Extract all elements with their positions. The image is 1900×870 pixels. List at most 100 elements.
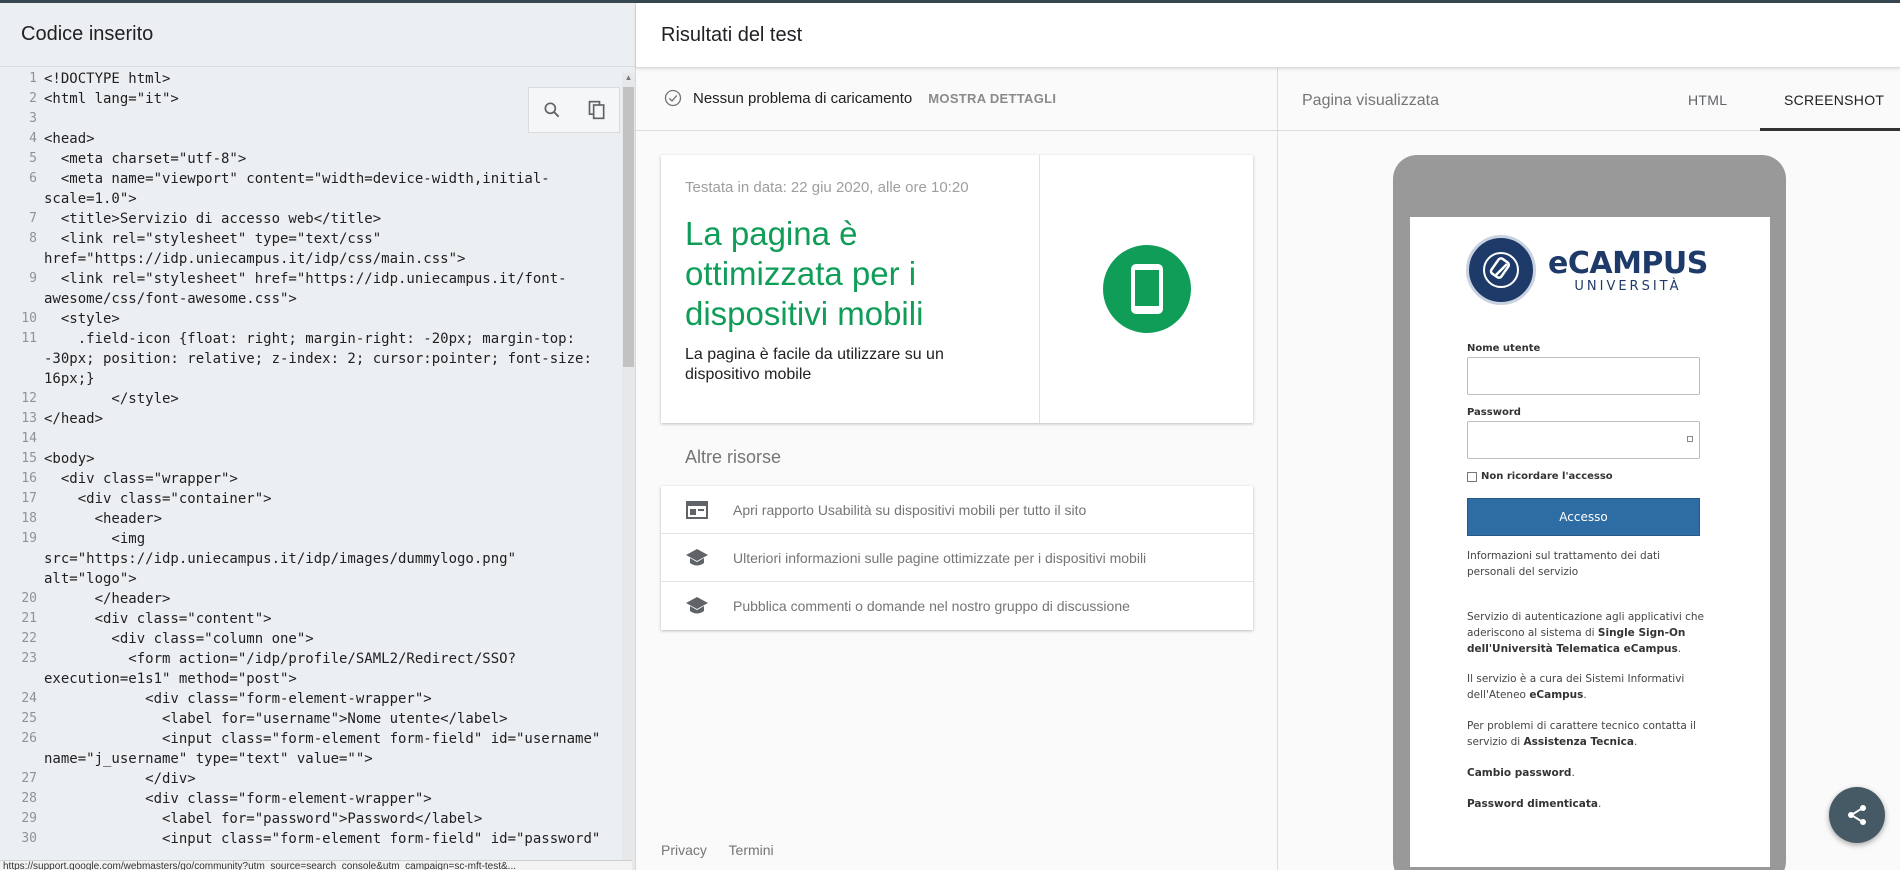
privacy-info-link[interactable]: Informazioni sul trattamento dei dati pe… xyxy=(1467,548,1707,580)
code-text: .field-icon {float: right; margin-right:… xyxy=(44,331,576,347)
copy-code-button[interactable] xyxy=(581,94,613,126)
university-seal-icon xyxy=(1466,235,1536,305)
resource-label: Ulteriori informazioni sulle pagine otti… xyxy=(733,549,1147,566)
code-line: 12 </style> xyxy=(0,389,620,409)
share-button[interactable] xyxy=(1829,787,1885,843)
line-number: 17 xyxy=(21,491,37,506)
resource-usability-report[interactable]: Apri rapporto Usabilità su dispositivi m… xyxy=(661,486,1253,534)
username-input[interactable] xyxy=(1467,357,1700,395)
code-panel: Codice inserito 1 <!DOCTYPE html> 2 <html l… xyxy=(0,3,636,870)
show-details-button[interactable]: MOSTRA DETTAGLI xyxy=(928,91,1056,106)
line-number: 6 xyxy=(29,171,37,186)
app-root: Codice inserito 1 <!DOCTYPE html> 2 <html l… xyxy=(0,0,1900,870)
result-title: La pagina è ottimizzata per i dispositiv… xyxy=(685,215,924,332)
code-line: 20 </header> xyxy=(0,589,620,609)
brand-subtitle: UNIVERSITÀ xyxy=(1574,279,1682,294)
privacy-link[interactable]: Privacy xyxy=(661,842,707,858)
code-line: 13 </head> xyxy=(0,409,620,429)
search-icon xyxy=(544,102,559,118)
code-text: <div class="form-element-wrapper"> xyxy=(44,691,432,707)
scrollbar-thumb[interactable] xyxy=(623,87,634,367)
code-text: src="https://idp.uniecampus.it/idp/image… xyxy=(44,551,517,567)
code-line: 21 <div class="content"> xyxy=(0,609,620,629)
terms-link[interactable]: Termini xyxy=(729,842,774,858)
line-number: 25 xyxy=(21,711,37,726)
line-number xyxy=(0,289,44,309)
line-number: 11 xyxy=(21,331,37,346)
line-number: 14 xyxy=(21,431,37,446)
code-line: 22 <div class="column one"> xyxy=(0,629,620,649)
resource-label: Apri rapporto Usabilità su dispositivi m… xyxy=(733,501,1087,518)
remember-checkbox-row[interactable]: Non ricordare l'accesso xyxy=(1467,471,1613,482)
tab-screenshot[interactable]: SCREENSHOT xyxy=(1784,92,1884,108)
code-line: 1 <!DOCTYPE html> xyxy=(0,69,620,89)
code-text: <label for="password">Password</label> xyxy=(44,811,483,827)
line-number: 30 xyxy=(21,831,37,846)
code-editor[interactable]: 1 <!DOCTYPE html> 2 <html lang="it"> 3 4 <head… xyxy=(0,69,620,859)
code-text: href="https://idp.uniecampus.it/idp/css/… xyxy=(44,251,466,267)
line-number xyxy=(0,349,44,369)
line-number: 20 xyxy=(21,591,37,606)
tab-html[interactable]: HTML xyxy=(1688,92,1727,108)
remember-checkbox[interactable] xyxy=(1467,471,1477,482)
tested-date: Testata in data: 22 giu 2020, alle ore 1… xyxy=(685,179,969,196)
username-label: Nome utente xyxy=(1467,343,1541,354)
line-number xyxy=(0,189,44,209)
scroll-up-arrow-icon[interactable]: ▲ xyxy=(622,73,635,85)
code-text: <body> xyxy=(44,451,95,467)
code-line: 6 <meta name="viewport" content="width=d… xyxy=(0,169,620,189)
code-scrollbar[interactable]: ▲ xyxy=(622,73,635,870)
active-tab-indicator xyxy=(1760,128,1900,131)
smartphone-icon xyxy=(1130,264,1163,314)
line-number xyxy=(0,549,44,569)
status-bar-url: https://support.google.com/webmasters/go… xyxy=(0,860,632,870)
code-text: <form action="/idp/profile/SAML2/Redirec… xyxy=(44,651,517,667)
code-text: </header> xyxy=(44,591,171,607)
line-number: 4 xyxy=(29,131,37,146)
show-password-icon[interactable] xyxy=(1687,436,1693,442)
code-line: 28 <div class="form-element-wrapper"> xyxy=(0,789,620,809)
phone-screen: eCAMPUS UNIVERSITÀ Nome utente Password … xyxy=(1410,217,1770,867)
line-number: 16 xyxy=(21,471,37,486)
results-subbar: Nessun problema di caricamento MOSTRA DE… xyxy=(636,68,1900,131)
code-text: awesome/css/font-awesome.css"> xyxy=(44,291,297,307)
code-line: href="https://idp.uniecampus.it/idp/css/… xyxy=(0,249,620,269)
mobile-friendly-badge xyxy=(1102,245,1191,333)
line-number: 21 xyxy=(21,611,37,626)
change-password-link[interactable]: Cambio password. xyxy=(1467,765,1707,781)
login-button[interactable]: Accesso xyxy=(1467,498,1700,536)
code-line: 18 <header> xyxy=(0,509,620,529)
code-line: 9 <link rel="stylesheet" href="https://i… xyxy=(0,269,620,289)
phone-preview-frame: eCAMPUS UNIVERSITÀ Nome utente Password … xyxy=(1393,155,1786,870)
code-text: </div> xyxy=(44,771,196,787)
code-text: <input class="form-element form-field" i… xyxy=(44,731,601,747)
code-line: 14 xyxy=(0,429,620,449)
line-number: 8 xyxy=(29,231,37,246)
share-icon xyxy=(1848,805,1866,825)
code-text: <input class="form-element form-field" i… xyxy=(44,831,601,847)
line-number: 2 xyxy=(29,91,37,106)
forgot-password-link[interactable]: Password dimenticata. xyxy=(1467,796,1707,812)
result-icon-area xyxy=(1040,155,1253,423)
password-input[interactable] xyxy=(1467,421,1700,459)
support-text: Per problemi di carattere tecnico contat… xyxy=(1467,720,1696,748)
code-line: 5 <meta charset="utf-8"> xyxy=(0,149,620,169)
code-text: <!DOCTYPE html> xyxy=(44,71,171,87)
code-line: 16 <div class="wrapper"> xyxy=(0,469,620,489)
search-code-button[interactable] xyxy=(536,94,568,126)
code-text: -30px; position: relative; z-index: 2; c… xyxy=(44,351,592,367)
result-text: Testata in data: 22 giu 2020, alle ore 1… xyxy=(661,155,1040,423)
code-line: 11 .field-icon {float: right; margin-rig… xyxy=(0,329,620,349)
resource-discussion-group[interactable]: Pubblica commenti o domande nel nostro g… xyxy=(661,582,1253,630)
code-text: <link rel="stylesheet" href="https://idp… xyxy=(44,271,567,287)
school-icon xyxy=(686,597,708,614)
code-text: <html lang="it"> xyxy=(44,91,179,107)
code-line: 29 <label for="password">Password</label… xyxy=(0,809,620,829)
code-line: 7 <title>Servizio di accesso web</title> xyxy=(0,209,620,229)
resource-learn-more[interactable]: Ulteriori informazioni sulle pagine otti… xyxy=(661,534,1253,582)
code-text: <div class="wrapper"> xyxy=(44,471,238,487)
code-line: 16px;} xyxy=(0,369,620,389)
code-text: </style> xyxy=(44,391,179,407)
remember-label: Non ricordare l'accesso xyxy=(1481,471,1613,482)
line-number: 5 xyxy=(29,151,37,166)
